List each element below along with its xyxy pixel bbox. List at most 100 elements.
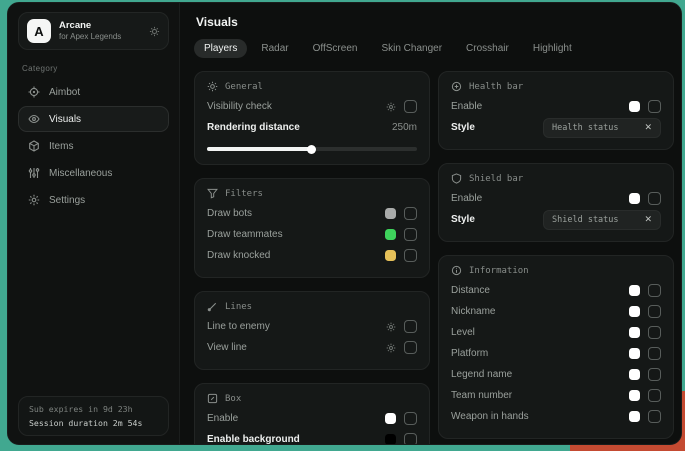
page-title: Visuals	[194, 15, 667, 29]
sidebar-item-items[interactable]: Items	[18, 133, 169, 159]
box-enable-checkbox[interactable]	[404, 412, 417, 425]
tab-bar: Players Radar OffScreen Skin Changer Cro…	[194, 39, 667, 58]
color-swatch[interactable]	[629, 348, 640, 359]
shield-enable-checkbox[interactable]	[648, 192, 661, 205]
draw-bots-row: Draw bots	[207, 203, 417, 224]
distance-checkbox[interactable]	[648, 284, 661, 297]
weapon-in-hands-checkbox[interactable]	[648, 410, 661, 423]
sidebar-item-label: Visuals	[49, 114, 81, 125]
rendering-distance-slider[interactable]	[207, 144, 417, 153]
shield-icon	[451, 173, 462, 184]
row-label: Enable	[207, 413, 238, 424]
color-swatch[interactable]	[385, 208, 396, 219]
line-to-enemy-checkbox[interactable]	[404, 320, 417, 333]
draw-bots-checkbox[interactable]	[404, 207, 417, 220]
distance-row: Distance	[451, 280, 661, 301]
sidebar-item-visuals[interactable]: Visuals	[18, 106, 169, 132]
color-swatch[interactable]	[629, 411, 640, 422]
health-bar-card: Health bar Enable Style Health status	[438, 71, 674, 150]
tab-crosshair[interactable]: Crosshair	[456, 39, 519, 58]
color-swatch[interactable]	[629, 390, 640, 401]
general-card: General Visibility check	[194, 71, 430, 165]
legend-name-checkbox[interactable]	[648, 368, 661, 381]
box-enable-background-row: Enable background	[207, 429, 417, 444]
color-swatch[interactable]	[629, 285, 640, 296]
nickname-checkbox[interactable]	[648, 305, 661, 318]
sidebar-item-label: Miscellaneous	[49, 168, 112, 179]
tab-offscreen[interactable]: OffScreen	[303, 39, 368, 58]
platform-row: Platform	[451, 343, 661, 364]
color-swatch[interactable]	[385, 250, 396, 261]
tab-players[interactable]: Players	[194, 39, 247, 58]
clear-icon[interactable]: ✕	[644, 214, 652, 225]
sub-expires-text: Sub expires in 9d 23h	[29, 404, 158, 414]
sidebar-item-settings[interactable]: Settings	[18, 187, 169, 213]
card-title: Filters	[225, 189, 263, 199]
tab-radar[interactable]: Radar	[251, 39, 298, 58]
brand-subtitle: for Apex Legends	[59, 32, 141, 41]
row-settings-gear-icon[interactable]	[386, 102, 396, 112]
filters-card: Filters Draw bots Draw teammates	[194, 178, 430, 278]
color-swatch[interactable]	[629, 327, 640, 338]
line-icon	[207, 301, 218, 312]
shield-style-row: Style Shield status ✕	[451, 209, 661, 230]
visibility-check-checkbox[interactable]	[404, 100, 417, 113]
weapon-in-hands-row: Weapon in hands	[451, 406, 661, 427]
row-label: Weapon in hands	[451, 411, 529, 422]
sidebar-nav: Aimbot Visuals Items	[8, 79, 179, 213]
tab-highlight[interactable]: Highlight	[523, 39, 582, 58]
health-style-row: Style Health status ✕	[451, 117, 661, 138]
brand-name: Arcane	[59, 21, 141, 32]
brand-gear-icon[interactable]	[149, 26, 160, 37]
subscription-card: Sub expires in 9d 23h Session duration 2…	[18, 396, 169, 436]
row-label: Legend name	[451, 369, 512, 380]
clear-icon[interactable]: ✕	[644, 122, 652, 133]
card-title: Lines	[225, 302, 252, 312]
visibility-check-row: Visibility check	[207, 96, 417, 117]
row-label: Style	[451, 214, 475, 225]
row-label: Distance	[451, 285, 490, 296]
rendering-distance-row: Rendering distance 250m	[207, 117, 417, 138]
sidebar-item-miscellaneous[interactable]: Miscellaneous	[18, 160, 169, 186]
row-label: View line	[207, 342, 247, 353]
color-swatch[interactable]	[629, 306, 640, 317]
row-label: Visibility check	[207, 101, 272, 112]
level-row: Level	[451, 322, 661, 343]
left-column: General Visibility check	[194, 71, 430, 444]
sidebar-item-aimbot[interactable]: Aimbot	[18, 79, 169, 105]
lines-card-header: Lines	[207, 301, 417, 312]
color-swatch[interactable]	[385, 434, 396, 444]
row-label: Enable	[451, 193, 482, 204]
legend-name-row: Legend name	[451, 364, 661, 385]
row-settings-gear-icon[interactable]	[386, 322, 396, 332]
line-to-enemy-row: Line to enemy	[207, 316, 417, 337]
box-enable-background-checkbox[interactable]	[404, 433, 417, 444]
view-line-checkbox[interactable]	[404, 341, 417, 354]
slider-fill	[207, 147, 312, 151]
shield-style-select[interactable]: Shield status ✕	[543, 210, 661, 230]
tab-skin-changer[interactable]: Skin Changer	[371, 39, 452, 58]
color-swatch[interactable]	[385, 413, 396, 424]
select-value: Health status	[552, 123, 619, 133]
funnel-icon	[207, 188, 218, 199]
box-card: Box Enable Enable background	[194, 383, 430, 444]
platform-checkbox[interactable]	[648, 347, 661, 360]
card-title: Health bar	[469, 82, 523, 92]
info-icon	[451, 265, 462, 276]
color-swatch[interactable]	[629, 193, 640, 204]
team-number-checkbox[interactable]	[648, 389, 661, 402]
app-window: A Arcane for Apex Legends Category	[7, 2, 682, 445]
slider-thumb[interactable]	[307, 145, 316, 154]
health-style-select[interactable]: Health status ✕	[543, 118, 661, 138]
color-swatch[interactable]	[629, 369, 640, 380]
box-icon	[207, 393, 218, 404]
card-title: General	[225, 82, 263, 92]
health-enable-checkbox[interactable]	[648, 100, 661, 113]
draw-teammates-checkbox[interactable]	[404, 228, 417, 241]
color-swatch[interactable]	[385, 229, 396, 240]
color-swatch[interactable]	[629, 101, 640, 112]
level-checkbox[interactable]	[648, 326, 661, 339]
draw-knocked-checkbox[interactable]	[404, 249, 417, 262]
row-settings-gear-icon[interactable]	[386, 343, 396, 353]
content-columns: General Visibility check	[194, 71, 667, 444]
